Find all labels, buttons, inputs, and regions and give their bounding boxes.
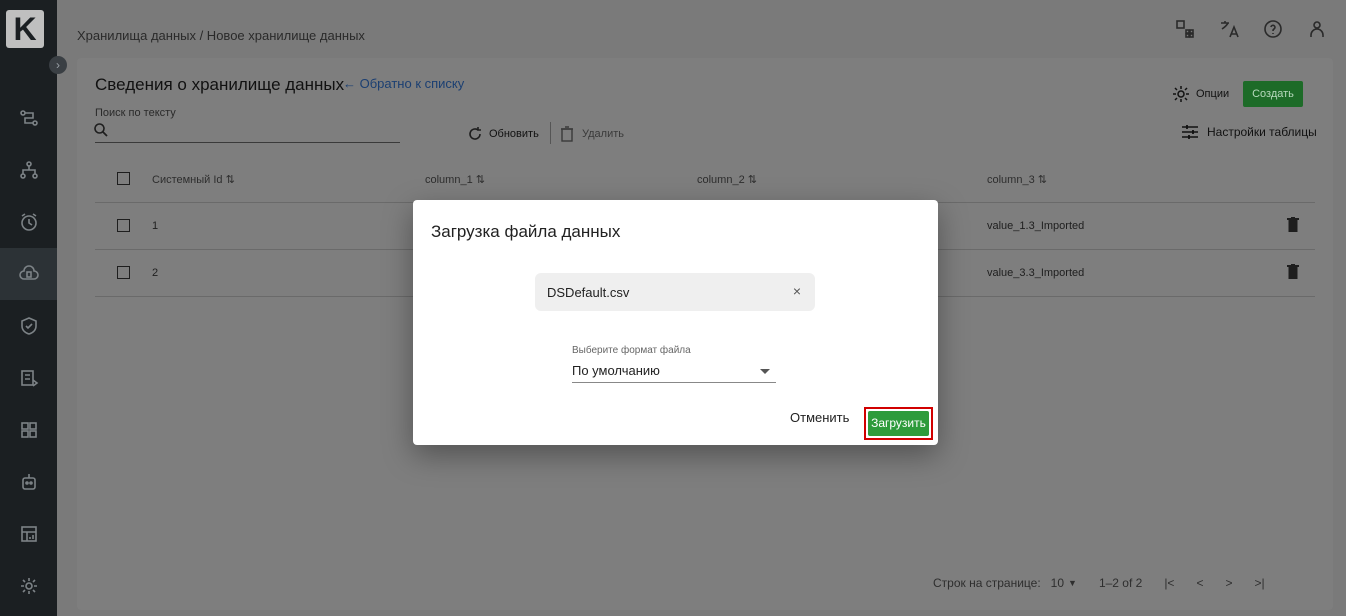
search-icon[interactable] [93,122,109,138]
column-header-column-2[interactable]: column_2 ⇅ [697,173,757,186]
sidebar-item-processes[interactable] [0,352,57,404]
selected-file-chip: DSDefault.csv × [535,273,815,311]
hierarchy-icon [19,161,38,179]
sidebar-item-reports[interactable] [0,508,57,560]
back-to-list-link[interactable]: ← Обратно к списку [343,76,464,91]
sidebar-item-schedule[interactable] [0,196,57,248]
pagination: Строк на странице: 10 ▼ 1–2 of 2 |< < > … [933,576,1265,590]
column-header-system-id[interactable]: Системный Id ⇅ [152,173,235,186]
cell-system-id: 2 [152,267,159,279]
sidebar-item-routes[interactable] [0,92,57,144]
refresh-label: Обновить [489,128,539,140]
process-list-icon [20,370,38,387]
search-label: Поиск по тексту [95,107,176,119]
sidebar-item-data-storage[interactable] [0,248,57,300]
select-all-checkbox[interactable] [117,172,130,185]
top-icons [1174,18,1328,40]
topbar: Хранилища данных / Новое хранилище данны… [57,0,1346,62]
cloud-database-icon [18,265,39,280]
caret-down-icon[interactable]: ▼ [1068,578,1077,588]
file-name: DSDefault.csv [547,285,630,300]
routes-icon [19,110,38,126]
sidebar-item-security[interactable] [0,300,57,352]
row-checkbox[interactable] [117,266,130,279]
page-title: Сведения о хранилище данных [95,75,345,94]
create-button[interactable]: Создать [1243,81,1303,107]
cell-column-3: value_3.3_Imported [987,267,1085,279]
delete-label: Удалить [582,128,624,140]
last-page-button[interactable]: >| [1254,576,1264,590]
close-icon[interactable]: × [793,283,801,299]
refresh-icon [469,127,481,140]
shield-icon [20,317,37,335]
toolbar-divider [550,122,551,144]
row-checkbox[interactable] [117,219,130,232]
cell-column-3: value_1.3_Imported [987,220,1085,232]
table-header-row: Системный Id ⇅ column_1 ⇅ column_2 ⇅ col… [95,156,1315,203]
search-input[interactable] [95,142,400,143]
apps-icon[interactable] [1174,18,1196,40]
table-settings-button[interactable]: Настройки таблицы [1181,124,1317,140]
breadcrumb[interactable]: Хранилища данных / Новое хранилище данны… [77,28,365,43]
app-logo[interactable]: K [6,10,44,48]
chevron-right-icon: › [56,58,60,72]
upload-dialog: Загрузка файла данных DSDefault.csv × Вы… [413,200,938,445]
options-button[interactable]: Опции [1172,85,1229,103]
trash-icon[interactable] [1287,264,1299,279]
help-icon[interactable] [1262,18,1284,40]
dialog-title: Загрузка файла данных [431,222,621,241]
sidebar-item-settings[interactable] [0,560,57,612]
caret-down-icon [760,369,770,374]
format-select[interactable]: По умолчанию [572,362,776,383]
sidebar: K [0,0,57,616]
upload-button[interactable]: Загрузить [868,411,929,436]
prev-page-button[interactable]: < [1196,576,1203,590]
first-page-button[interactable]: |< [1164,576,1174,590]
report-table-icon [20,526,37,542]
table-settings-label: Настройки таблицы [1207,125,1317,139]
upload-button-highlight: Загрузить [864,407,933,440]
format-select-value: По умолчанию [572,363,660,378]
options-label: Опции [1196,88,1230,100]
rows-per-page-label: Строк на странице: [933,576,1041,590]
robot-icon [21,474,36,490]
cell-system-id: 1 [152,220,159,232]
trash-icon[interactable] [1287,217,1299,232]
gear-icon [20,578,37,594]
grid-icon [20,422,37,438]
user-icon[interactable] [1306,18,1328,40]
next-page-button[interactable]: > [1225,576,1232,590]
column-header-column-1[interactable]: column_1 ⇅ [425,173,485,186]
sidebar-item-widgets[interactable] [0,404,57,456]
sidebar-item-structure[interactable] [0,144,57,196]
format-select-label: Выберите формат файла [572,345,691,356]
cancel-button[interactable]: Отменить [790,410,849,425]
sidebar-expand-button[interactable]: › [49,56,67,74]
sidebar-item-bots[interactable] [0,456,57,508]
delete-button[interactable]: Удалить [560,126,624,142]
column-header-column-3[interactable]: column_3 ⇅ [987,173,1047,186]
page-range: 1–2 of 2 [1098,576,1143,590]
translate-icon[interactable] [1218,18,1240,40]
rows-per-page-select[interactable]: 10 [1051,576,1064,590]
sliders-icon [1182,125,1198,139]
alarm-clock-icon [20,213,37,231]
gear-icon [1173,86,1189,102]
trash-outline-icon [561,126,573,142]
refresh-button[interactable]: Обновить [467,126,539,142]
